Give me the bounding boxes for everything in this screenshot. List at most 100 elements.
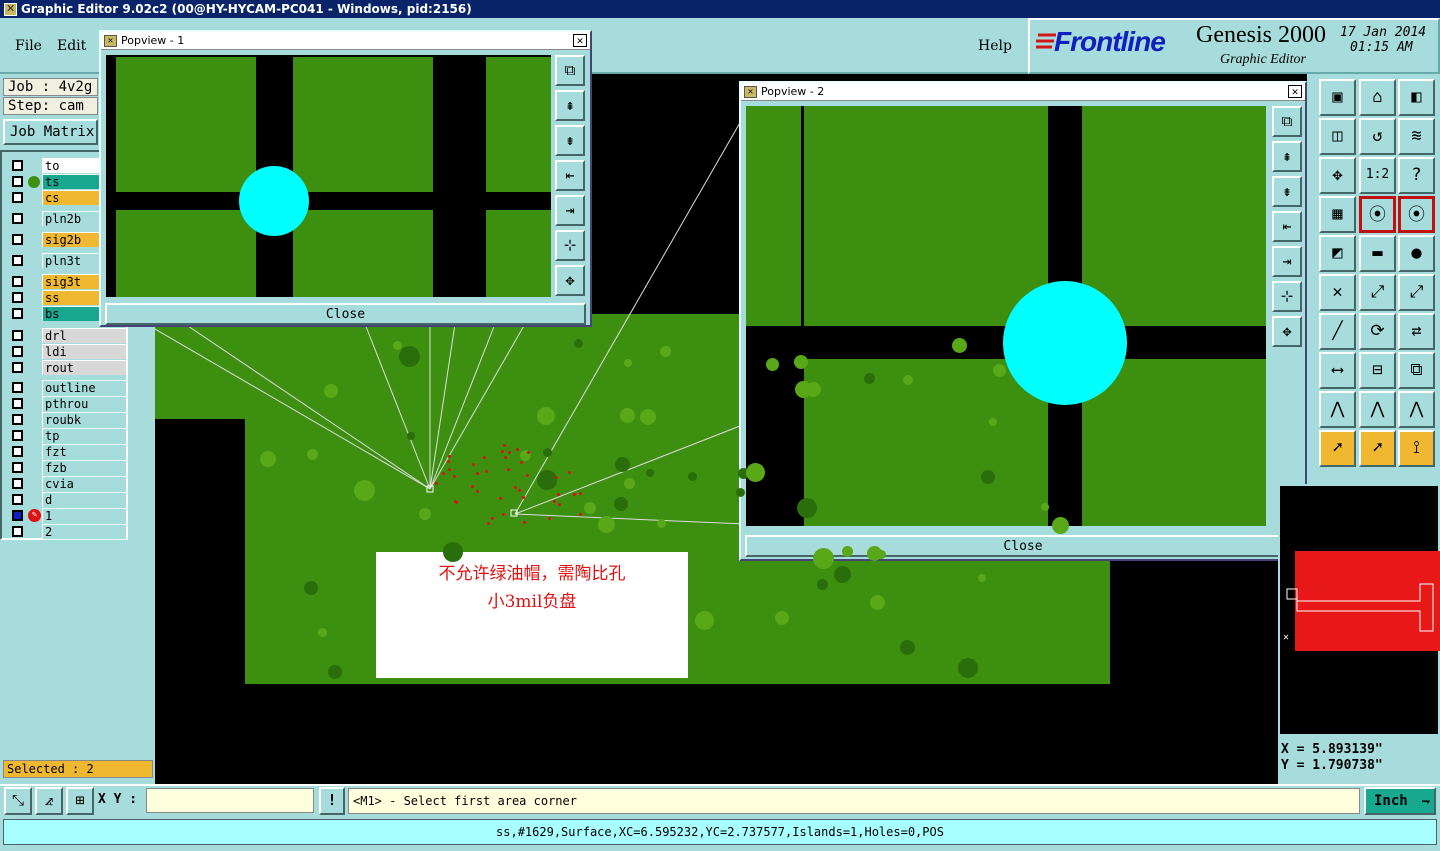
mirror-icon[interactable]: ⇄ <box>1398 313 1435 350</box>
xy-input[interactable] <box>146 788 314 813</box>
layer-row-ldi[interactable]: ldi <box>8 344 126 359</box>
popview-2-close-icon[interactable]: ✕ <box>1288 85 1302 98</box>
split-view-icon[interactable]: ◧ <box>1398 79 1435 116</box>
group-icon[interactable]: ⧉ <box>1398 352 1435 389</box>
line-icon[interactable]: ╱ <box>1319 313 1356 350</box>
zoom-area-icon[interactable]: ⤡ <box>4 787 32 815</box>
popview-2-zoom-out-icon[interactable]: ✥ <box>1272 316 1302 347</box>
layer-checkbox[interactable] <box>12 446 23 457</box>
layer-checkbox[interactable] <box>12 510 23 521</box>
redraw-icon[interactable]: ↺ <box>1359 118 1396 155</box>
shape-3-icon[interactable]: ⋀ <box>1398 391 1435 428</box>
layer-checkbox[interactable] <box>12 276 23 287</box>
layer-checkbox[interactable] <box>12 346 23 357</box>
layer-checkbox[interactable] <box>12 382 23 393</box>
layer-checkbox[interactable] <box>12 526 23 537</box>
layer-checkbox[interactable] <box>12 494 23 505</box>
layer-checkbox[interactable] <box>12 192 23 203</box>
layer-row-1[interactable]: ✎ 1 <box>8 508 126 523</box>
popview-1-zoom-out-icon[interactable]: ✥ <box>555 265 585 296</box>
save-icon[interactable]: ▣ <box>1319 79 1356 116</box>
layer-row-roubk[interactable]: roubk <box>8 412 126 427</box>
layer-row-tp[interactable]: tp <box>8 428 126 443</box>
layer-row-2[interactable]: 2 <box>8 524 126 539</box>
overview-panel[interactable]: ✕ <box>1278 484 1440 736</box>
popview-1-zoom-home-icon[interactable]: ⧉ <box>555 55 585 86</box>
popview-2-pan-right-icon[interactable]: ⇥ <box>1272 246 1302 277</box>
pad-icon[interactable]: ● <box>1398 235 1435 272</box>
layer-row-cvia[interactable]: cvia <box>8 476 126 491</box>
layer-row-d[interactable]: d <box>8 492 126 507</box>
layer-checkbox[interactable] <box>12 234 23 245</box>
popview-2-pan-up-icon[interactable]: ⇞ <box>1272 141 1302 172</box>
step-label[interactable]: Step: cam <box>3 97 98 115</box>
layer-checkbox[interactable] <box>12 430 23 441</box>
layer-checkbox[interactable] <box>12 213 23 224</box>
popview-1-window[interactable]: Popview - 1 ✕ ✕ ⧉ ⇞ ⇟ ⇤ ⇥ ⊹ ✥ Close <box>99 30 592 327</box>
popview-1-close-button[interactable]: Close <box>105 303 586 325</box>
cross-icon[interactable]: ✕ <box>1319 274 1356 311</box>
layer-checkbox[interactable] <box>12 308 23 319</box>
popview-1-close-icon[interactable]: ✕ <box>573 34 587 47</box>
popview-2-zoom-home-icon[interactable]: ⧉ <box>1272 106 1302 137</box>
arc-icon[interactable]: ⟳ <box>1359 313 1396 350</box>
undo-icon[interactable]: ≋ <box>1398 118 1435 155</box>
dimension-icon[interactable]: ⊟ <box>1359 352 1396 389</box>
layer-row-pthrou[interactable]: pthrou <box>8 396 126 411</box>
menu-help[interactable]: Help <box>978 38 1012 54</box>
alert-icon[interactable]: ! <box>319 787 345 815</box>
menu-file[interactable]: File <box>15 38 42 54</box>
open-icon[interactable]: ◫ <box>1319 118 1356 155</box>
layer-row-rout[interactable]: rout <box>8 360 126 375</box>
layer-checkbox[interactable] <box>12 398 23 409</box>
pointer-icon[interactable]: ➚ <box>1319 430 1356 467</box>
connect-icon[interactable]: ⤢ <box>1359 274 1396 311</box>
layer-row-drl[interactable]: drl <box>8 328 126 343</box>
grid-icon[interactable]: ▦ <box>1319 196 1356 233</box>
layer-checkbox[interactable] <box>12 414 23 425</box>
popview-2-pan-down-icon[interactable]: ⇟ <box>1272 176 1302 207</box>
layer-checkbox[interactable] <box>12 160 23 171</box>
help-icon[interactable]: ? <box>1398 157 1435 194</box>
popview-1-pan-left-icon[interactable]: ⇤ <box>555 160 585 191</box>
layer-row-fzt[interactable]: fzt <box>8 444 126 459</box>
popview-1-zoom-in-icon[interactable]: ⊹ <box>555 230 585 261</box>
board-pad <box>1041 503 1049 511</box>
select-blue-icon[interactable]: ⦿ <box>1398 196 1435 233</box>
popview-2-window[interactable]: Popview - 2 ✕ ✕ ⧉ ⇞ ⇟ ⇤ ⇥ ⊹ ✥ Close <box>739 81 1307 561</box>
ruler-icon[interactable]: ▬ <box>1359 235 1396 272</box>
popview-1-pan-down-icon[interactable]: ⇟ <box>555 125 585 156</box>
layer-checkbox[interactable] <box>12 255 23 266</box>
pointer-2-icon[interactable]: ➚ <box>1359 430 1396 467</box>
popview-1-pan-up-icon[interactable]: ⇞ <box>555 90 585 121</box>
home-icon[interactable]: ⌂ <box>1359 79 1396 116</box>
snap-icon[interactable]: ◩ <box>1319 235 1356 272</box>
scale-icon[interactable]: 1:2 <box>1359 157 1396 194</box>
job-matrix-button[interactable]: Job Matrix <box>3 119 98 145</box>
popview-2-zoom-in-icon[interactable]: ⊹ <box>1272 281 1302 312</box>
stretch-icon[interactable]: ⟷ <box>1319 352 1356 389</box>
select-red-icon[interactable]: ⦿ <box>1359 196 1396 233</box>
popview-1-view[interactable] <box>106 55 551 297</box>
measure-icon[interactable]: ⦨ <box>35 787 63 815</box>
fit-icon[interactable]: ✥ <box>1319 157 1356 194</box>
popview-2-pan-left-icon[interactable]: ⇤ <box>1272 211 1302 242</box>
popview-1-pan-right-icon[interactable]: ⇥ <box>555 195 585 226</box>
shape-icon[interactable]: ⋀ <box>1319 391 1356 428</box>
layer-checkbox[interactable] <box>12 176 23 187</box>
layer-checkbox[interactable] <box>12 362 23 373</box>
board-pad <box>324 384 338 398</box>
popview-2-view[interactable] <box>746 106 1266 526</box>
layer-row-outline[interactable]: outline <box>8 380 126 395</box>
snap-grid-icon[interactable]: ⊞ <box>66 787 94 815</box>
connect-2-icon[interactable]: ⤢ <box>1398 274 1435 311</box>
layer-checkbox[interactable] <box>12 292 23 303</box>
shape-2-icon[interactable]: ⋀ <box>1359 391 1396 428</box>
menu-edit[interactable]: Edit <box>57 38 86 54</box>
layer-checkbox[interactable] <box>12 478 23 489</box>
units-select[interactable]: Inch ⇁ <box>1364 787 1436 815</box>
layer-checkbox[interactable] <box>12 462 23 473</box>
layer-row-fzb[interactable]: fzb <box>8 460 126 475</box>
route-icon[interactable]: ⟟ <box>1398 430 1435 467</box>
layer-checkbox[interactable] <box>12 330 23 341</box>
